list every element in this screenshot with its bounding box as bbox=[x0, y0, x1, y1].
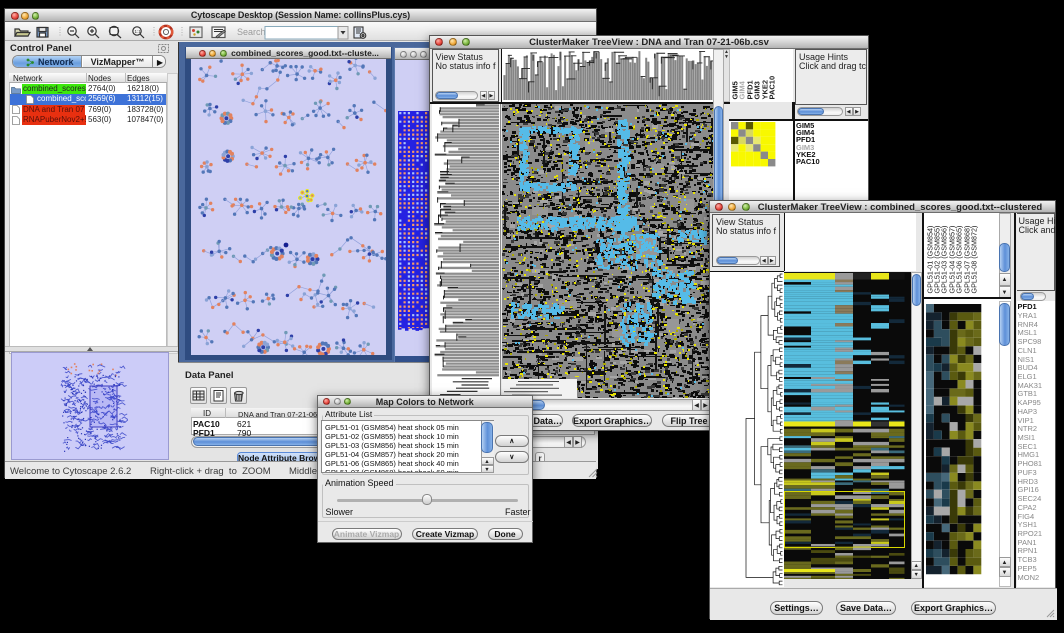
svg-text:Search:: Search: bbox=[237, 27, 268, 37]
svg-text:1:1: 1:1 bbox=[135, 29, 142, 34]
